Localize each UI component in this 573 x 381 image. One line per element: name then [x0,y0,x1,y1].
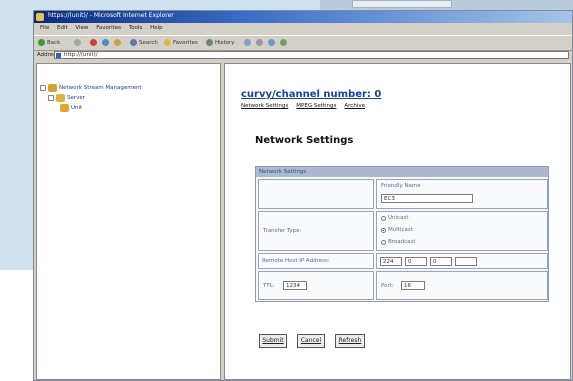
remote-host-label: Remote Host IP Address: [262,258,330,264]
submit-button[interactable]: Submit [259,334,287,348]
transfer-type-label-cell: Transfer Type: [258,211,374,251]
page-title: Network Settings [255,135,354,146]
radio-icon [381,215,386,221]
stop-button[interactable] [90,38,97,47]
forward-button[interactable] [74,38,81,47]
collapse-icon [48,95,54,101]
print-icon [256,39,263,46]
friendly-name-label-cell [258,179,374,209]
home-button[interactable] [114,38,121,47]
link-archive[interactable]: Archive [344,103,365,109]
menu-edit[interactable]: Edit [57,25,68,31]
folder-icon [56,94,65,102]
refresh-toolbar-button[interactable] [102,38,109,47]
page-icon [56,53,61,58]
back-icon [38,39,45,46]
radio-multicast[interactable]: Multicast [381,227,413,233]
menu-tools[interactable]: Tools [129,25,143,31]
port-label: Port: [381,283,394,289]
remote-host-label-cell: Remote Host IP Address: [258,253,374,269]
address-value: http://(unit)/ [64,52,98,58]
toolbar: Back Search Favorites History [34,35,572,51]
menu-help[interactable]: Help [150,25,163,31]
back-button[interactable]: Back [38,38,60,47]
address-input[interactable]: http://(unit)/ [54,51,569,59]
cancel-button[interactable]: Cancel [297,334,325,348]
mail-button[interactable] [244,38,251,47]
mail-icon [244,39,251,46]
favorites-button[interactable]: Favorites [164,38,198,47]
tree-label-root: Network Stream Management [59,85,142,91]
ip-octet-4[interactable] [455,257,477,266]
browser-window: https://(unit)/ - Microsoft Internet Exp… [33,10,573,381]
port-cell: Port: 16 [376,271,548,300]
network-settings-form: Network Settings Friendly Name EC3 Trans… [255,166,549,302]
favorites-icon [164,39,171,46]
radio-icon [381,239,386,245]
link-network-settings[interactable]: Network Settings [241,103,288,109]
friendly-name-input[interactable]: EC3 [381,194,473,203]
address-bar: Address http://(unit)/ [34,50,572,61]
tree-item-root[interactable]: Network Stream Management [40,84,142,92]
ip-octet-3[interactable]: 0 [430,257,452,266]
refresh-icon [102,39,109,46]
print-button[interactable] [256,38,263,47]
tree-label-server: Server [67,95,86,101]
home-icon [114,39,121,46]
transfer-type-cell: Unicast Multicast Broadcast [376,211,548,251]
link-mpeg-settings[interactable]: MPEG Settings [296,103,336,109]
browser-icon [36,13,44,21]
collapse-icon [40,85,46,91]
title-bar[interactable]: https://(unit)/ - Microsoft Internet Exp… [34,11,572,23]
history-icon [206,39,213,46]
channel-heading[interactable]: curvy/channel number: 0 [241,89,381,100]
remote-host-cell: 224 0 0 [376,253,548,269]
section-header: Network Settings [256,167,548,177]
search-button[interactable]: Search [130,38,158,47]
edit-button[interactable] [268,38,275,47]
menu-favorites[interactable]: Favorites [96,25,121,31]
ttl-cell: TTL: 1234 [258,271,374,300]
discuss-button[interactable] [280,38,287,47]
menu-view[interactable]: View [75,25,88,31]
edit-icon [268,39,275,46]
friendly-name-cell: Friendly Name EC3 [376,179,548,209]
transfer-type-label: Transfer Type: [263,228,302,234]
menu-bar: File Edit View Favorites Tools Help [34,24,572,34]
ip-octet-2[interactable]: 0 [405,257,427,266]
ip-octet-1[interactable]: 224 [380,257,402,266]
radio-unicast[interactable]: Unicast [381,215,408,221]
history-button[interactable]: History [206,38,235,47]
radio-broadcast[interactable]: Broadcast [381,239,416,245]
network-icon [48,84,57,92]
window-title: https://(unit)/ - Microsoft Internet Exp… [48,12,174,19]
background-window-field [352,0,452,8]
refresh-button[interactable]: Refresh [335,334,365,348]
tree-label-unit: Unit [71,105,83,111]
tree-item-server[interactable]: Server [48,94,85,102]
stop-icon [90,39,97,46]
tree-pane: Network Stream Management Server Unit [36,63,221,380]
ttl-input[interactable]: 1234 [283,281,307,290]
tree-item-unit[interactable]: Unit [60,104,82,112]
port-input[interactable]: 16 [401,281,425,290]
ttl-label: TTL: [263,283,275,289]
discuss-icon [280,39,287,46]
forward-icon [74,39,81,46]
radio-selected-icon [381,227,386,233]
device-icon [60,104,69,112]
menu-file[interactable]: File [40,25,49,31]
search-icon [130,39,137,46]
content-pane: curvy/channel number: 0 Network Settings… [224,63,571,380]
friendly-name-label: Friendly Name [381,183,421,189]
settings-subnav: Network Settings MPEG Settings Archive [241,103,365,109]
